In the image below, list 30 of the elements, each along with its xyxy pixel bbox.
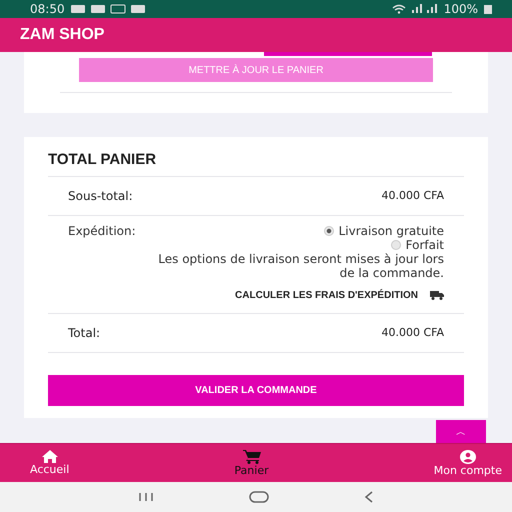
shipping-note: Les options de livraison seront mises à jour lors de la commande.: [157, 252, 444, 280]
section-title: TOTAL PANIER: [48, 151, 158, 170]
total-label: Total:: [68, 326, 100, 340]
signal-icon: [412, 4, 438, 14]
total-value: 40.000 CFA: [381, 326, 444, 340]
back-icon[interactable]: [364, 491, 374, 503]
wifi-icon: [392, 4, 406, 14]
subtotal-value: 40.000 CFA: [381, 189, 444, 203]
truck-icon: [430, 291, 444, 300]
calculate-shipping-link[interactable]: CALCULER LES FRAIS D'EXPÉDITION: [235, 290, 418, 301]
shipping-option[interactable]: Forfait: [390, 238, 444, 252]
scroll-to-top-button[interactable]: ︿: [436, 420, 486, 443]
cart-icon: [242, 450, 260, 464]
home-button-icon[interactable]: [248, 491, 269, 503]
battery-icon: [484, 4, 492, 14]
battery-level: 100%: [444, 2, 478, 16]
radio-button[interactable]: [324, 226, 334, 236]
nav-tab[interactable]: Accueil: [30, 450, 70, 482]
radio-button[interactable]: [390, 240, 401, 250]
shipping-option[interactable]: Livraison gratuite: [324, 224, 444, 238]
status-time: 08:50: [30, 2, 65, 16]
nav-tab[interactable]: Panier: [234, 450, 269, 482]
subtotal-label: Sous-total:: [68, 189, 133, 203]
nav-tab[interactable]: Mon compte: [434, 450, 502, 482]
home-icon: [42, 450, 58, 463]
app-title: ZAM SHOP: [20, 26, 104, 44]
account-icon: [460, 450, 476, 464]
recent-apps-icon[interactable]: [138, 492, 154, 502]
shipping-label: Expédition:: [68, 224, 136, 240]
checkout-button[interactable]: VALIDER LA COMMANDE: [48, 375, 464, 406]
